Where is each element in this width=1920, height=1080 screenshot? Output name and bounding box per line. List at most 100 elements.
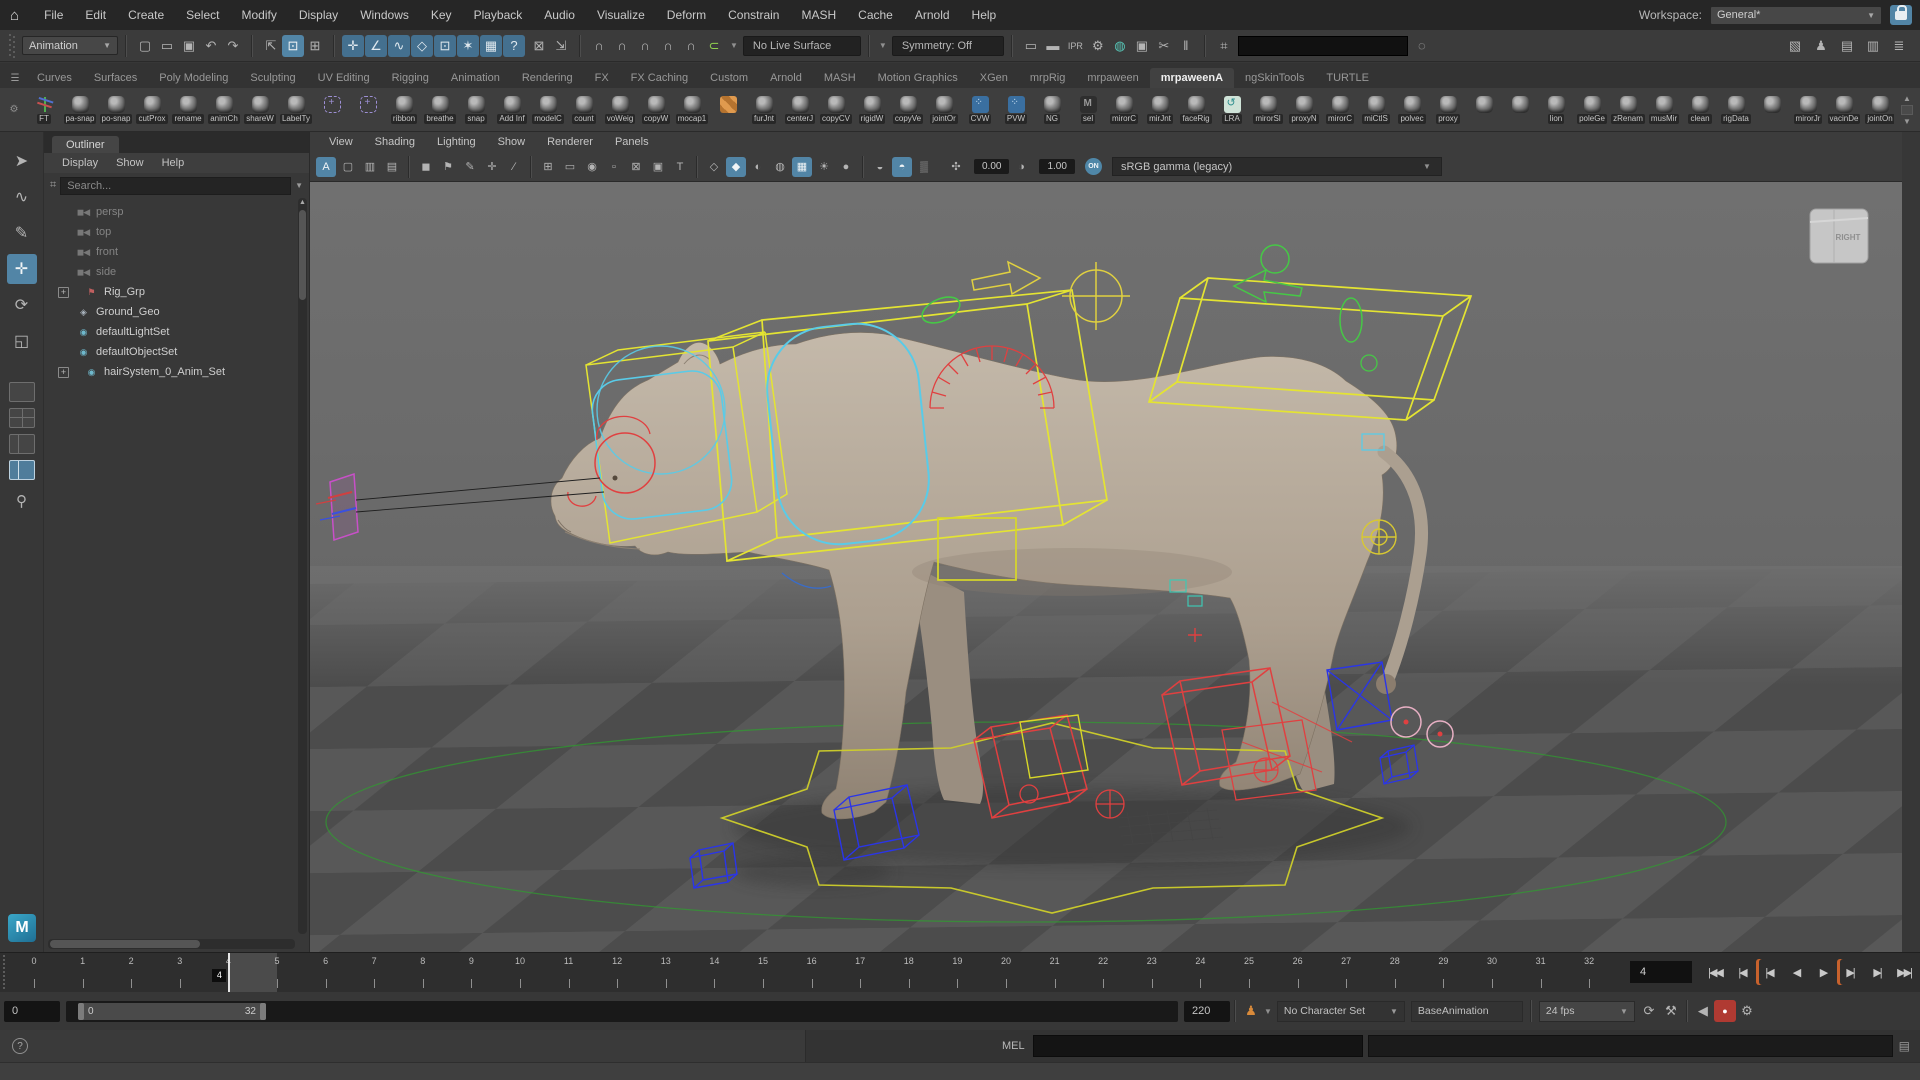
- shelf-item-mirjnt[interactable]: mirJnt: [1142, 96, 1178, 124]
- symmetry-field[interactable]: Symmetry: Off: [892, 36, 1004, 56]
- frame-label-7[interactable]: 7: [362, 956, 386, 966]
- frame-label-14[interactable]: 14: [702, 956, 726, 966]
- playback-range[interactable]: 0 32: [78, 1003, 266, 1020]
- shelf-tab-animation[interactable]: Animation: [440, 68, 511, 88]
- attribute-editor-toggle-icon[interactable]: ▥: [1862, 35, 1884, 57]
- shelf-item-count[interactable]: count: [566, 96, 602, 124]
- channel-box-toggle-icon[interactable]: ▤: [1836, 35, 1858, 57]
- outliner-item-ground-geo[interactable]: ◈Ground_Geo: [44, 302, 297, 322]
- drag-handle[interactable]: [9, 34, 16, 58]
- layer-editor-toggle-icon[interactable]: ≣: [1888, 35, 1910, 57]
- panel-menu-shading[interactable]: Shading: [366, 134, 424, 150]
- mel-command-input[interactable]: [1033, 1035, 1363, 1057]
- command-language-label[interactable]: MEL: [1002, 1040, 1025, 1052]
- playback-loop-icon[interactable]: ⟳: [1638, 1000, 1660, 1022]
- menu-deform[interactable]: Deform: [656, 4, 717, 26]
- scroll-up-icon[interactable]: ▲: [298, 199, 307, 206]
- range-end-handle[interactable]: [260, 1003, 266, 1020]
- shelf-tab-turtle[interactable]: TURTLE: [1315, 68, 1380, 88]
- mute-audio-icon[interactable]: ◀: [1692, 1000, 1714, 1022]
- character-set-icon[interactable]: ♟: [1240, 1000, 1262, 1022]
- shelf-tab-mrpaweena[interactable]: mrpaweenA: [1150, 68, 1234, 88]
- shelf-tab-fx-caching[interactable]: FX Caching: [620, 68, 699, 88]
- camera-select-icon[interactable]: A: [316, 157, 336, 177]
- move-tool-icon[interactable]: ✛: [7, 254, 37, 284]
- shelf-tab-arnold[interactable]: Arnold: [759, 68, 813, 88]
- scale-tool-icon[interactable]: ◱: [7, 326, 37, 356]
- use-all-lights-icon[interactable]: ▦: [792, 157, 812, 177]
- paint-select-tool-icon[interactable]: ✎: [7, 218, 37, 248]
- mask-surfaces-icon[interactable]: ◇: [411, 35, 433, 57]
- chevron-down-icon[interactable]: ▼: [295, 181, 303, 190]
- safe-action-icon[interactable]: ▣: [648, 157, 668, 177]
- menu-mash[interactable]: MASH: [790, 4, 847, 26]
- field-chart-icon[interactable]: ⊠: [626, 157, 646, 177]
- shelf-tab-curves[interactable]: Curves: [26, 68, 83, 88]
- menu-edit[interactable]: Edit: [74, 4, 117, 26]
- outliner-item-side[interactable]: ◼◀side: [44, 262, 297, 282]
- shelf-tab-mrprig[interactable]: mrpRig: [1019, 68, 1076, 88]
- viewport-scene[interactable]: RIGHT: [310, 182, 1902, 952]
- safe-title-icon[interactable]: T: [670, 157, 690, 177]
- quick-input-field[interactable]: [1238, 36, 1408, 56]
- shelf-item-cvw[interactable]: CVW: [962, 96, 998, 124]
- shelf-item-add-inf[interactable]: Add Inf: [494, 96, 530, 124]
- chevron-down-icon[interactable]: ▼: [1262, 1007, 1274, 1016]
- shelf-item-rigidw[interactable]: rigidW: [854, 96, 890, 124]
- shelf-item-mirorsl[interactable]: mirorSl: [1250, 96, 1286, 124]
- shelf-menu-icon[interactable]: ☰: [4, 73, 26, 88]
- snap-viewplane-icon[interactable]: ∩: [680, 35, 702, 57]
- select-component-icon[interactable]: ⊞: [304, 35, 326, 57]
- frame-label-18[interactable]: 18: [897, 956, 921, 966]
- shelf-item-jointon[interactable]: jointOn: [1862, 96, 1894, 124]
- shelf-item-mm[interactable]: [314, 96, 350, 124]
- shelf-tab-poly-modeling[interactable]: Poly Modeling: [148, 68, 239, 88]
- menu-arnold[interactable]: Arnold: [904, 4, 961, 26]
- shelf-tab-sculpting[interactable]: Sculpting: [239, 68, 306, 88]
- current-frame-field[interactable]: 4: [1630, 961, 1692, 983]
- shadows-icon[interactable]: ●: [836, 157, 856, 177]
- character-controls-toggle-icon[interactable]: ♟: [1810, 35, 1832, 57]
- menu-file[interactable]: File: [33, 4, 74, 26]
- frame-label-24[interactable]: 24: [1188, 956, 1212, 966]
- outliner-search-input[interactable]: [60, 177, 291, 195]
- frame-label-3[interactable]: 3: [168, 956, 192, 966]
- hypershade-icon[interactable]: ◍: [1109, 35, 1131, 57]
- workspace-lock-button[interactable]: [1890, 5, 1912, 25]
- shelf-item-rigdata[interactable]: rigData: [1718, 96, 1754, 124]
- shelf-tab-fx[interactable]: FX: [584, 68, 620, 88]
- redo-icon[interactable]: ↷: [222, 35, 244, 57]
- render-sequence-icon[interactable]: ▣: [1131, 35, 1153, 57]
- frame-label-20[interactable]: 20: [994, 956, 1018, 966]
- shelf-item-sel[interactable]: sel: [1070, 96, 1106, 124]
- shelf-item-checker[interactable]: [710, 96, 746, 124]
- menu-visualize[interactable]: Visualize: [586, 4, 656, 26]
- character-set-dropdown[interactable]: No Character Set▼: [1277, 1001, 1405, 1022]
- color-management-toggle[interactable]: ON: [1085, 158, 1102, 175]
- pivot-icon[interactable]: ✛: [482, 157, 502, 177]
- bookmark-icon[interactable]: ⚑: [438, 157, 458, 177]
- shelf-item-mirorc[interactable]: mirorC: [1106, 96, 1142, 124]
- outliner-horizontal-scrollbar[interactable]: [48, 939, 295, 949]
- shelf-item-clean[interactable]: clean: [1682, 96, 1718, 124]
- frame-label-28[interactable]: 28: [1383, 956, 1407, 966]
- wireframe-icon[interactable]: ◇: [704, 157, 724, 177]
- frame-label-21[interactable]: 21: [1043, 956, 1067, 966]
- frame-label-22[interactable]: 22: [1091, 956, 1115, 966]
- menu-create[interactable]: Create: [117, 4, 175, 26]
- menu-constrain[interactable]: Constrain: [717, 4, 790, 26]
- layout-four-pane-button[interactable]: [9, 408, 35, 428]
- shelf-item-proxyn[interactable]: proxyN: [1286, 96, 1322, 124]
- search-help-icon[interactable]: ◌: [1411, 35, 1433, 57]
- outliner-menu-help[interactable]: Help: [154, 155, 193, 171]
- fps-dropdown[interactable]: 24 fps▼: [1539, 1001, 1635, 1022]
- lock-selection-icon[interactable]: ⊠: [528, 35, 550, 57]
- frame-label-6[interactable]: 6: [314, 956, 338, 966]
- shelf-item-cutprox[interactable]: cutProx: [134, 96, 170, 124]
- shelf-item-po-snap[interactable]: po-snap: [98, 96, 134, 124]
- frame-label-5[interactable]: 5: [265, 956, 289, 966]
- anim-layer-tools-icon[interactable]: ⚒: [1660, 1000, 1682, 1022]
- shelf-tab-custom[interactable]: Custom: [699, 68, 759, 88]
- shelf-item-labelty[interactable]: LabelTy: [278, 96, 314, 124]
- shelf-tab-rigging[interactable]: Rigging: [381, 68, 440, 88]
